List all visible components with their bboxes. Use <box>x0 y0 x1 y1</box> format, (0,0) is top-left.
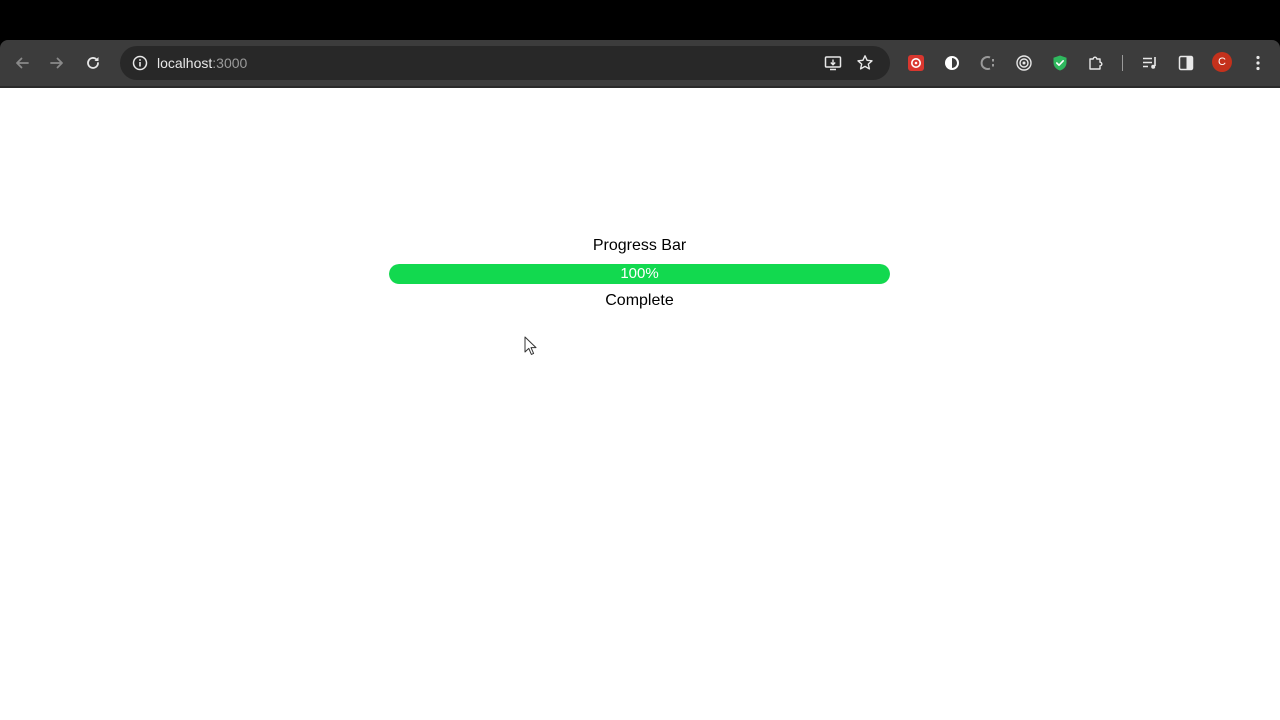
back-button[interactable] <box>7 48 37 78</box>
progress-percent-label: 100% <box>620 265 659 282</box>
progress-status: Complete <box>605 292 674 309</box>
profile-avatar[interactable]: C <box>1212 52 1232 72</box>
media-queue-icon <box>1143 57 1156 69</box>
shield-extension-button[interactable] <box>1048 51 1072 75</box>
circle-extension-button[interactable] <box>940 51 964 75</box>
kebab-menu-icon <box>1256 55 1260 71</box>
arrow-left-icon <box>16 57 29 69</box>
site-info-button[interactable] <box>128 51 152 75</box>
reload-icon <box>87 57 99 69</box>
red-extension-button[interactable] <box>904 51 928 75</box>
window-top-strip <box>0 0 1280 40</box>
target-extension-icon <box>1016 55 1032 71</box>
install-app-button[interactable] <box>821 51 845 75</box>
shield-check-extension-icon <box>1053 55 1067 71</box>
url-host: localhost <box>157 55 213 71</box>
mouse-cursor-icon <box>524 336 537 355</box>
address-url[interactable]: localhost:3000 <box>157 54 247 72</box>
side-panel-button[interactable] <box>1174 51 1198 75</box>
side-panel-icon <box>1178 55 1194 71</box>
install-app-icon <box>824 56 842 71</box>
bookmark-button[interactable] <box>853 51 877 75</box>
target-extension-button[interactable] <box>1012 51 1036 75</box>
forward-button[interactable] <box>42 48 72 78</box>
address-bar[interactable]: localhost:3000 <box>120 46 890 80</box>
puzzle-icon <box>1089 56 1103 70</box>
progress-section: Progress Bar 100% Complete <box>389 236 890 311</box>
info-circle-icon <box>132 55 148 71</box>
url-port: :3000 <box>212 55 248 71</box>
c-extension-button[interactable] <box>976 51 1000 75</box>
browser-toolbar: localhost:3000 C <box>0 40 1280 86</box>
reload-button[interactable] <box>78 48 108 78</box>
progress-track: 100% <box>389 264 890 284</box>
page-viewport: Progress Bar 100% Complete <box>0 88 1280 720</box>
red-extension-icon <box>908 55 924 71</box>
progress-title: Progress Bar <box>592 237 687 254</box>
arrow-right-icon <box>50 57 63 69</box>
c-extension-icon <box>980 56 994 70</box>
toolbar-separator <box>1122 55 1123 71</box>
extensions-button[interactable] <box>1084 51 1108 75</box>
star-icon <box>857 55 873 70</box>
media-button[interactable] <box>1138 51 1162 75</box>
circle-extension-icon <box>945 56 959 70</box>
menu-button[interactable] <box>1246 51 1270 75</box>
